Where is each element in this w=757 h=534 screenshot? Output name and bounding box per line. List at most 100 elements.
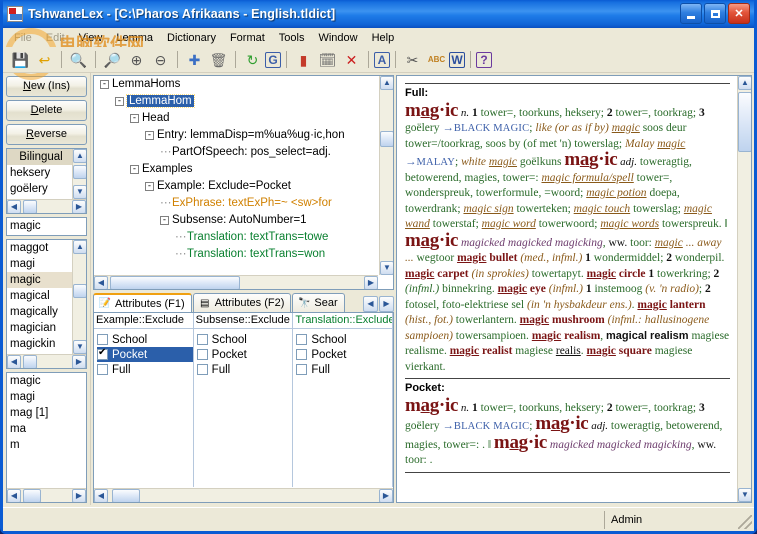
- lemma-tree[interactable]: -LemmaHoms-LemmaHom-Head-Entry: lemmaDis…: [93, 75, 394, 290]
- refresh-icon[interactable]: ↻: [241, 49, 264, 71]
- list-item[interactable]: magically: [7, 304, 72, 320]
- checkbox-pocket[interactable]: [296, 349, 307, 360]
- preview-vscrollbar[interactable]: ▲ ▼: [737, 76, 751, 502]
- scroll-left-button[interactable]: ◀: [7, 489, 21, 503]
- checkbox-school[interactable]: [197, 334, 208, 345]
- lemma-list[interactable]: maggot magi magic magical magically magi…: [6, 239, 87, 369]
- tab-scroll-prev-button[interactable]: ◀: [363, 296, 378, 312]
- scroll-down-button[interactable]: ▼: [73, 340, 87, 354]
- tree-node[interactable]: ⋯Translation: textTrans=won: [94, 246, 378, 263]
- tools-icon[interactable]: ✂: [401, 49, 424, 71]
- scroll-right-button[interactable]: ▶: [364, 276, 378, 290]
- tree-expander-icon[interactable]: -: [130, 165, 139, 174]
- scroll-thumb[interactable]: [380, 131, 394, 147]
- menu-dictionary[interactable]: Dictionary: [160, 30, 223, 46]
- scroll-thumb[interactable]: [23, 200, 37, 214]
- scroll-up-button[interactable]: ▲: [73, 149, 87, 163]
- spellcheck-icon[interactable]: ABC: [425, 49, 448, 71]
- tab-search[interactable]: 🔭 Sear: [292, 293, 344, 312]
- list-item[interactable]: magical: [7, 288, 72, 304]
- checkbox-row[interactable]: Pocket: [296, 347, 392, 362]
- list-item[interactable]: magi: [7, 389, 86, 405]
- checkbox-row[interactable]: School: [97, 332, 193, 347]
- checkbox-row[interactable]: School: [197, 332, 293, 347]
- scroll-thumb[interactable]: [738, 92, 752, 152]
- menu-file[interactable]: File: [7, 30, 39, 46]
- list-item[interactable]: m: [7, 437, 86, 453]
- checkbox-full[interactable]: [197, 364, 208, 375]
- preview-panel[interactable]: Full: mag·ic n. 1 tower=, toorkuns, heks…: [396, 75, 752, 503]
- tree-node[interactable]: -Entry: lemmaDisp=m%ua%ug·ic,hon: [94, 127, 378, 144]
- tab-attributes-f1[interactable]: 📝 Attributes (F1): [93, 293, 192, 312]
- checkbox-row[interactable]: Full: [296, 362, 392, 377]
- scroll-down-button[interactable]: ▼: [380, 261, 394, 275]
- history-list-hscrollbar[interactable]: ◀ ▶: [7, 488, 86, 502]
- resize-grip-icon[interactable]: [738, 515, 752, 529]
- tree-expander-icon[interactable]: -: [160, 216, 169, 225]
- tree-node[interactable]: ⋯PartOfSpeech: pos_select=adj.: [94, 144, 378, 161]
- scroll-up-button[interactable]: ▲: [73, 240, 87, 254]
- scroll-up-button[interactable]: ▲: [738, 76, 752, 90]
- save-icon[interactable]: 💾: [9, 49, 32, 71]
- menu-tools[interactable]: Tools: [272, 30, 312, 46]
- tree-vscrollbar[interactable]: ▲ ▼: [379, 76, 393, 275]
- undo-icon[interactable]: ↩: [33, 49, 56, 71]
- zoom-out-icon[interactable]: ⊖: [149, 49, 172, 71]
- list-item[interactable]: magician: [7, 320, 72, 336]
- scroll-left-button[interactable]: ◀: [7, 355, 21, 369]
- list-item[interactable]: mag [1]: [7, 405, 86, 421]
- scroll-left-button[interactable]: ◀: [94, 276, 108, 290]
- minimize-button[interactable]: [680, 3, 702, 24]
- delete-icon[interactable]: 🗑: [207, 49, 230, 71]
- checkbox-row[interactable]: Full: [97, 362, 193, 377]
- delete-button[interactable]: Delete: [6, 100, 87, 121]
- list-item[interactable]: magi: [7, 256, 72, 272]
- tab-scroll-next-button[interactable]: ▶: [379, 296, 394, 312]
- word-export-icon[interactable]: W: [449, 52, 465, 68]
- font-icon[interactable]: A: [374, 52, 390, 68]
- tree-node[interactable]: -Examples: [94, 161, 378, 178]
- menu-edit[interactable]: Edit: [39, 30, 72, 46]
- checkbox-school[interactable]: [97, 334, 108, 345]
- bilingual-list[interactable]: Bilingual heksery goëlery ▲ ▼ ◀ ▶: [6, 148, 87, 214]
- tree-expander-icon[interactable]: -: [145, 131, 154, 140]
- reverse-button[interactable]: Reverse: [6, 124, 87, 145]
- tree-node[interactable]: -LemmaHom: [94, 93, 378, 110]
- list-item[interactable]: goëlery: [7, 181, 72, 197]
- google-icon[interactable]: G: [265, 52, 281, 68]
- lemma-list-hscrollbar[interactable]: ◀ ▶: [7, 354, 86, 368]
- scroll-right-button[interactable]: ▶: [72, 355, 86, 369]
- add-icon[interactable]: ✚: [183, 49, 206, 71]
- list-item[interactable]: ma: [7, 421, 86, 437]
- menu-lemma[interactable]: Lemma: [109, 30, 160, 46]
- list-item[interactable]: maggot: [7, 240, 72, 256]
- list-item[interactable]: magic: [7, 373, 86, 389]
- scroll-thumb[interactable]: [110, 276, 240, 290]
- tree-hscrollbar[interactable]: ◀ ▶: [94, 275, 378, 289]
- tab-attributes-f2[interactable]: ▤ Attributes (F2): [193, 293, 292, 312]
- scroll-thumb[interactable]: [73, 165, 87, 179]
- menu-help[interactable]: Help: [365, 30, 402, 46]
- tree-node[interactable]: -Subsense: AutoNumber=1: [94, 212, 378, 229]
- menu-view[interactable]: View: [72, 30, 110, 46]
- attributes-grid[interactable]: Example::Exclude Subsense::Exclude Trans…: [93, 313, 394, 503]
- scroll-right-button[interactable]: ▶: [72, 489, 86, 503]
- checkbox-row-selected[interactable]: Pocket: [97, 347, 193, 362]
- scroll-right-button[interactable]: ▶: [379, 489, 393, 503]
- checkbox-school[interactable]: [296, 334, 307, 345]
- tree-expander-icon[interactable]: -: [100, 80, 109, 89]
- checkbox-row[interactable]: Full: [197, 362, 293, 377]
- scroll-thumb[interactable]: [23, 489, 41, 503]
- history-list[interactable]: magic magi mag [1] ma m ◀ ▶: [6, 372, 87, 503]
- menu-window[interactable]: Window: [311, 30, 364, 46]
- checkbox-full[interactable]: [296, 364, 307, 375]
- zoom-in-icon[interactable]: ⊕: [125, 49, 148, 71]
- search-input[interactable]: magic: [6, 217, 87, 236]
- lemma-list-vscrollbar[interactable]: ▲ ▼: [72, 240, 86, 354]
- scroll-up-button[interactable]: ▲: [380, 76, 394, 90]
- cancel-icon[interactable]: ✕: [340, 49, 363, 71]
- new-button[interactable]: New (Ins): [6, 76, 87, 97]
- scroll-thumb[interactable]: [112, 489, 140, 503]
- find-icon[interactable]: 🔍: [67, 49, 90, 71]
- scroll-thumb[interactable]: [73, 284, 87, 298]
